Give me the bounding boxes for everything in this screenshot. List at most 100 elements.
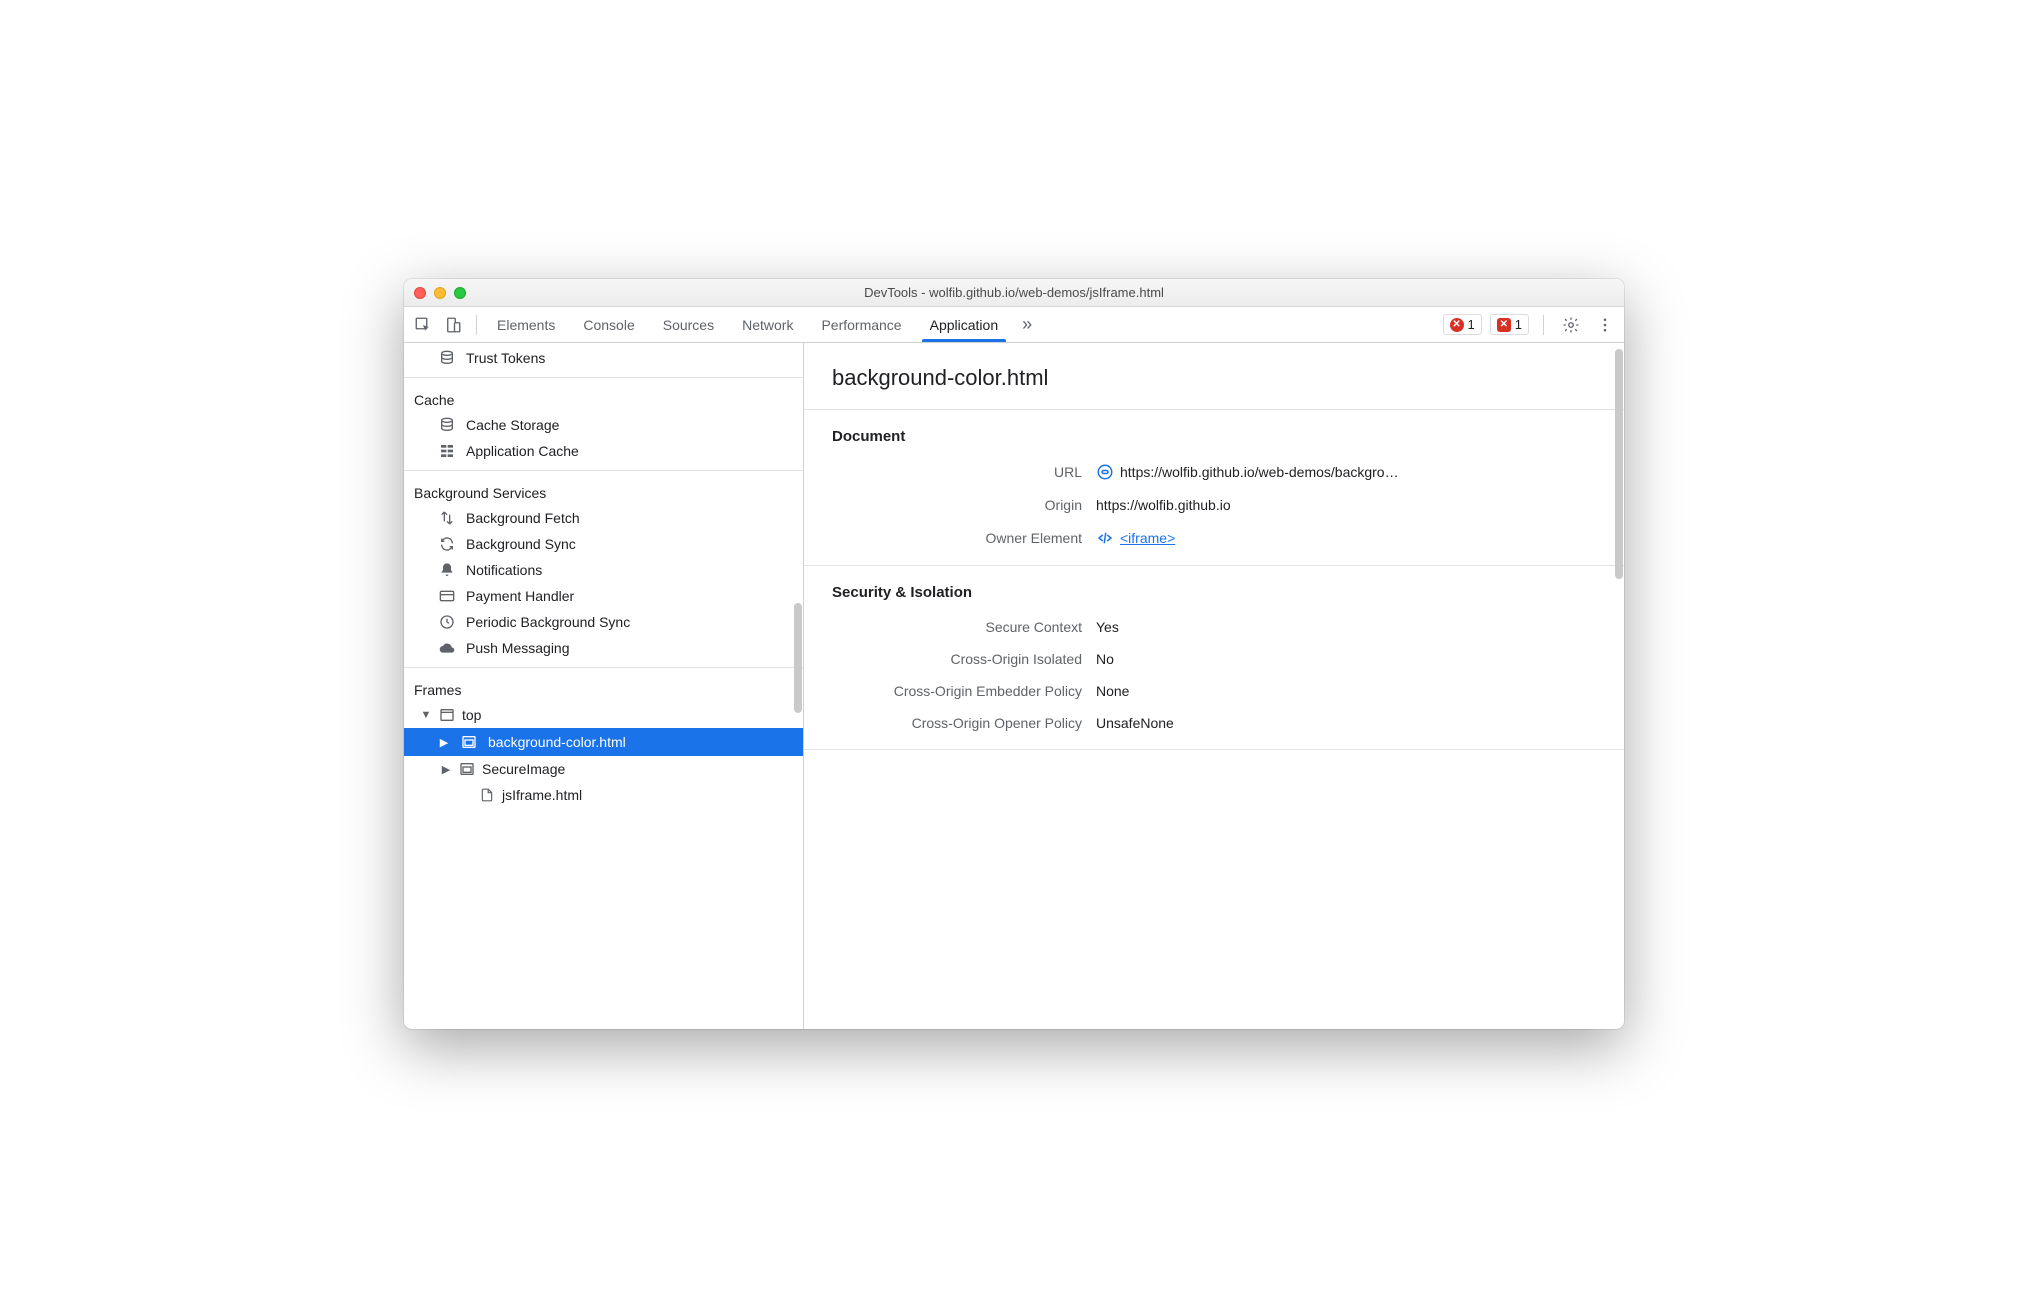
issues-badge[interactable]: ✕ 1	[1490, 314, 1529, 335]
frame-tree-item[interactable]: jsIframe.html	[404, 782, 803, 808]
inspect-element-icon[interactable]	[410, 312, 436, 338]
more-menu-icon[interactable]	[1592, 312, 1618, 338]
sidebar-item-trust-tokens[interactable]: Trust Tokens	[404, 343, 803, 371]
section-security: Security & Isolation Secure Context Yes …	[804, 565, 1624, 749]
frame-label: jsIframe.html	[502, 787, 582, 803]
sidebar-label: Periodic Background Sync	[466, 614, 630, 630]
tab-network[interactable]: Network	[740, 309, 795, 341]
divider	[404, 470, 803, 471]
credit-card-icon	[438, 587, 456, 605]
tab-console[interactable]: Console	[581, 309, 636, 341]
sidebar-item-background-sync[interactable]: Background Sync	[404, 531, 803, 557]
sidebar-item-push-messaging[interactable]: Push Messaging	[404, 635, 803, 661]
section-document: Document URL https://wolfib.github.io/we…	[804, 409, 1624, 565]
errors-badge[interactable]: ✕ 1	[1443, 314, 1482, 335]
sidebar-label: Application Cache	[466, 443, 579, 459]
row-url: URL https://wolfib.github.io/web-demos/b…	[804, 455, 1624, 489]
divider	[404, 377, 803, 378]
value: No	[1096, 651, 1596, 667]
sidebar-label: Push Messaging	[466, 640, 570, 656]
sidebar-item-payment-handler[interactable]: Payment Handler	[404, 583, 803, 609]
label: Cross-Origin Embedder Policy	[832, 683, 1082, 699]
value: None	[1096, 683, 1596, 699]
bell-icon	[438, 561, 456, 579]
scrollbar-thumb[interactable]	[794, 603, 802, 713]
sidebar-label: Payment Handler	[466, 588, 574, 604]
row-coep: Cross-Origin Embedder Policy None	[804, 675, 1624, 707]
row-coi: Cross-Origin Isolated No	[804, 643, 1624, 675]
sync-icon	[438, 535, 456, 553]
label: Secure Context	[832, 619, 1082, 635]
divider	[804, 749, 1624, 753]
sidebar-label: Background Sync	[466, 536, 576, 552]
sidebar-group-cache: Cache	[404, 384, 803, 412]
sidebar-item-application-cache[interactable]: Application Cache	[404, 438, 803, 464]
grid-icon	[438, 442, 456, 460]
error-icon: ✕	[1450, 318, 1464, 332]
application-sidebar: Trust Tokens Cache Cache Storage Applica…	[404, 343, 804, 1029]
row-secure-context: Secure Context Yes	[804, 611, 1624, 643]
window-icon	[438, 706, 456, 724]
sidebar-group-frames: Frames	[404, 674, 803, 702]
tab-application[interactable]: Application	[928, 309, 1001, 341]
titlebar: DevTools - wolfib.github.io/web-demos/js…	[404, 279, 1624, 307]
body: Trust Tokens Cache Cache Storage Applica…	[404, 343, 1624, 1029]
separator	[1543, 315, 1544, 335]
window-title: DevTools - wolfib.github.io/web-demos/js…	[404, 285, 1624, 300]
sidebar-group-background-services: Background Services	[404, 477, 803, 505]
label: Cross-Origin Opener Policy	[832, 715, 1082, 731]
row-origin: Origin https://wolfib.github.io	[804, 489, 1624, 521]
reveal-in-elements-icon[interactable]	[1096, 529, 1114, 547]
value: Yes	[1096, 619, 1596, 635]
tab-sources[interactable]: Sources	[661, 309, 716, 341]
errors-count: 1	[1468, 317, 1475, 332]
sidebar-label: Background Fetch	[466, 510, 580, 526]
frame-tree-top[interactable]: ▼ top	[404, 702, 803, 728]
traffic-lights	[414, 287, 466, 299]
frame-label: top	[462, 707, 481, 723]
devtools-window: DevTools - wolfib.github.io/web-demos/js…	[404, 279, 1624, 1029]
row-owner-element: Owner Element <iframe>	[804, 521, 1624, 555]
link-owner-iframe[interactable]: <iframe>	[1120, 530, 1175, 546]
sidebar-label: Cache Storage	[466, 417, 559, 433]
issues-count: 1	[1515, 317, 1522, 332]
divider	[404, 667, 803, 668]
label: Cross-Origin Isolated	[832, 651, 1082, 667]
toolbar: Elements Console Sources Network Perform…	[404, 307, 1624, 343]
frame-details-panel: background-color.html Document URL https…	[804, 343, 1624, 1029]
value-origin: https://wolfib.github.io	[1096, 497, 1596, 513]
frame-title: background-color.html	[804, 343, 1624, 409]
settings-gear-icon[interactable]	[1558, 312, 1584, 338]
tab-elements[interactable]: Elements	[495, 309, 557, 341]
panel-tabs: Elements Console Sources Network Perform…	[495, 309, 1000, 341]
chevron-right-icon: ▶	[440, 763, 452, 776]
tabs-overflow-icon[interactable]: »	[1022, 314, 1032, 335]
device-toolbar-icon[interactable]	[440, 312, 466, 338]
minimize-window-button[interactable]	[434, 287, 446, 299]
frame-tree-item-selected[interactable]: ▶ background-color.html	[404, 728, 803, 756]
sidebar-item-periodic-sync[interactable]: Periodic Background Sync	[404, 609, 803, 635]
chevron-down-icon: ▼	[420, 709, 432, 721]
tab-performance[interactable]: Performance	[819, 309, 903, 341]
sidebar-item-notifications[interactable]: Notifications	[404, 557, 803, 583]
database-icon	[438, 416, 456, 434]
scrollbar-thumb[interactable]	[1615, 349, 1623, 579]
section-heading: Security & Isolation	[804, 584, 1624, 611]
clock-icon	[438, 613, 456, 631]
issue-icon: ✕	[1497, 318, 1511, 332]
frame-label: background-color.html	[488, 734, 626, 750]
reveal-in-sources-icon[interactable]	[1096, 463, 1114, 481]
database-icon	[438, 349, 456, 367]
file-icon	[478, 786, 496, 804]
frame-icon	[458, 760, 476, 778]
sidebar-item-background-fetch[interactable]: Background Fetch	[404, 505, 803, 531]
value-url: https://wolfib.github.io/web-demos/backg…	[1120, 464, 1399, 480]
maximize-window-button[interactable]	[454, 287, 466, 299]
label-origin: Origin	[832, 497, 1082, 513]
frame-icon	[460, 733, 478, 751]
frame-tree-item[interactable]: ▶ SecureImage	[404, 756, 803, 782]
cloud-icon	[438, 639, 456, 657]
close-window-button[interactable]	[414, 287, 426, 299]
sidebar-item-cache-storage[interactable]: Cache Storage	[404, 412, 803, 438]
label-url: URL	[832, 464, 1082, 480]
